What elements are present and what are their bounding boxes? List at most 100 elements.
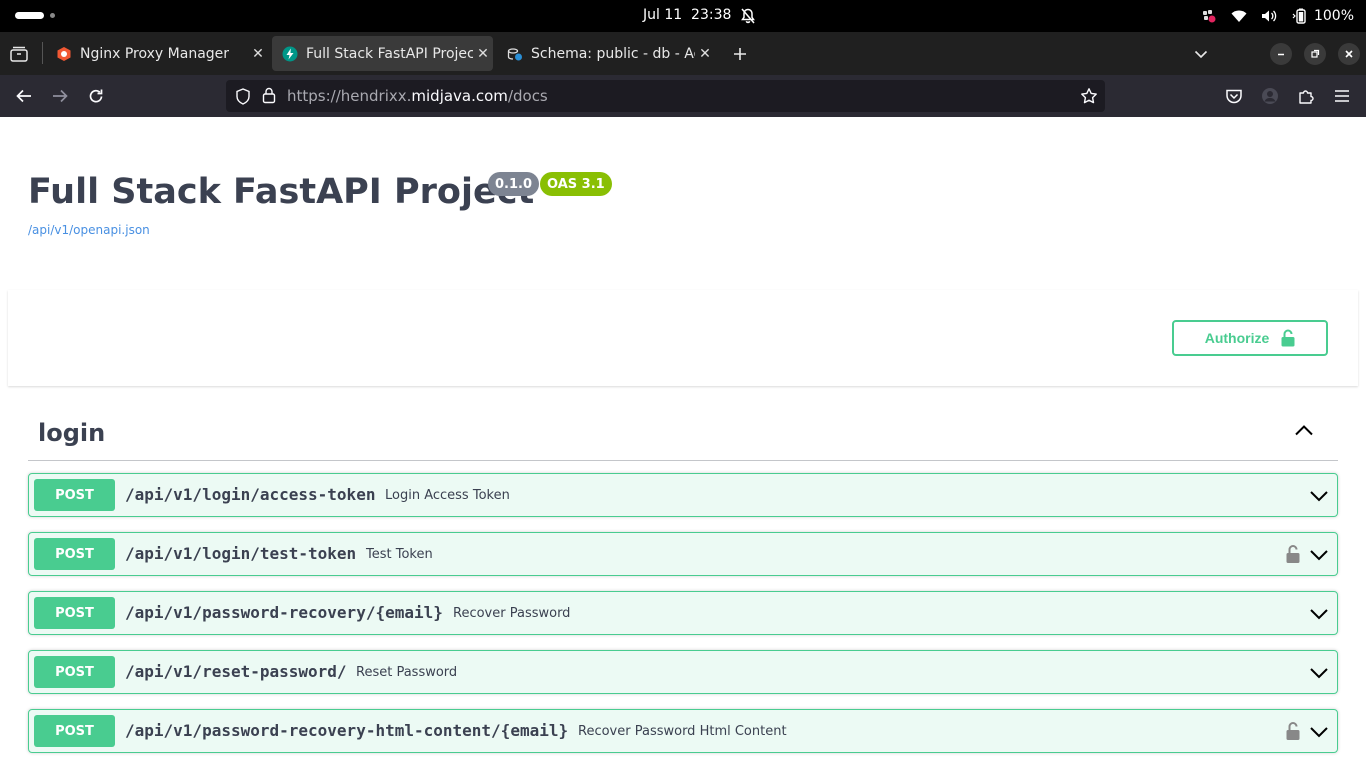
unlocked-padlock-icon[interactable] bbox=[1286, 544, 1300, 564]
account-button[interactable] bbox=[1260, 86, 1280, 106]
http-method-badge: POST bbox=[34, 656, 115, 688]
operation-summary: Login Access Token bbox=[385, 488, 510, 503]
firefox-view-icon[interactable] bbox=[9, 45, 29, 67]
tracking-protection-shield-icon[interactable] bbox=[235, 88, 251, 109]
browser-tab-strip: Nginx Proxy Manager ✕ Full Stack FastAPI… bbox=[0, 32, 1366, 75]
tab-adminer[interactable]: Schema: public - db - Adminer ✕ bbox=[497, 36, 715, 71]
close-icon bbox=[1345, 50, 1353, 58]
unlocked-padlock-icon bbox=[1281, 329, 1295, 347]
url-bar[interactable]: https://hendrixx.midjava.com/docs bbox=[226, 80, 1105, 112]
scheme-container: Authorize bbox=[8, 290, 1358, 386]
operation-path: /api/v1/login/test-token bbox=[125, 544, 357, 563]
reload-icon bbox=[89, 89, 103, 103]
avatar-icon bbox=[1262, 88, 1278, 104]
operation-path: /api/v1/password-recovery/{email} bbox=[125, 603, 443, 622]
notifications-muted-icon[interactable] bbox=[741, 8, 755, 28]
pocket-icon bbox=[1226, 89, 1242, 104]
operation-login-access-token[interactable]: POST /api/v1/login/access-token Login Ac… bbox=[28, 473, 1338, 517]
tag-name: login bbox=[38, 419, 106, 447]
chevron-down-icon bbox=[1194, 50, 1208, 59]
url-prefix: https://hendrixx. bbox=[287, 87, 412, 105]
bookmark-star-icon[interactable] bbox=[1080, 87, 1098, 109]
chevron-down-icon[interactable] bbox=[1309, 545, 1329, 565]
wifi-icon[interactable] bbox=[1231, 9, 1247, 23]
chevron-down-icon[interactable] bbox=[1309, 663, 1329, 683]
http-method-badge: POST bbox=[34, 597, 115, 629]
puzzle-icon bbox=[1299, 90, 1314, 104]
close-window-button[interactable] bbox=[1338, 43, 1360, 65]
minimize-icon bbox=[1278, 53, 1284, 56]
minimize-window-button[interactable] bbox=[1270, 43, 1292, 65]
chevron-down-icon[interactable] bbox=[1309, 722, 1329, 742]
site-security-lock-icon[interactable] bbox=[262, 87, 276, 108]
app-indicator-icon[interactable] bbox=[1201, 8, 1217, 24]
operation-path: /api/v1/password-recovery-html-content/{… bbox=[125, 721, 569, 740]
swagger-ui-page: Full Stack FastAPI Project 0.1.0 OAS 3.1… bbox=[0, 117, 1366, 768]
tab-title: Nginx Proxy Manager bbox=[80, 45, 230, 62]
chevron-up-icon[interactable] bbox=[1294, 424, 1314, 436]
operation-password-recovery-html-content[interactable]: POST /api/v1/password-recovery-html-cont… bbox=[28, 709, 1338, 753]
tab-title: Schema: public - db - Adminer bbox=[531, 45, 695, 62]
battery-icon bbox=[1292, 8, 1306, 24]
operation-summary: Recover Password bbox=[453, 606, 571, 621]
operation-login-test-token[interactable]: POST /api/v1/login/test-token Test Token bbox=[28, 532, 1338, 576]
url-path: /docs bbox=[507, 87, 548, 105]
plus-icon bbox=[734, 48, 746, 60]
list-all-tabs-button[interactable] bbox=[1194, 44, 1208, 63]
volume-icon[interactable] bbox=[1261, 9, 1277, 23]
pocket-button[interactable] bbox=[1224, 86, 1244, 106]
arrow-left-icon bbox=[16, 89, 31, 103]
operation-password-recovery[interactable]: POST /api/v1/password-recovery/{email} R… bbox=[28, 591, 1338, 635]
operation-reset-password[interactable]: POST /api/v1/reset-password/ Reset Passw… bbox=[28, 650, 1338, 694]
tab-fastapi-project[interactable]: Full Stack FastAPI Project ✕ bbox=[272, 36, 493, 71]
restore-window-button[interactable] bbox=[1304, 43, 1326, 65]
restore-icon bbox=[1311, 49, 1320, 58]
forward-button[interactable] bbox=[50, 86, 70, 106]
oas-version-badge: OAS 3.1 bbox=[540, 172, 612, 196]
tab-title: Full Stack FastAPI Project bbox=[306, 45, 473, 62]
system-top-bar: Jul 11 23:38 100% bbox=[0, 0, 1366, 32]
http-method-badge: POST bbox=[34, 479, 115, 511]
operation-summary: Reset Password bbox=[356, 665, 458, 680]
tab-close-icon[interactable]: ✕ bbox=[695, 44, 715, 64]
app-menu-button[interactable] bbox=[1332, 86, 1352, 106]
tab-close-icon[interactable]: ✕ bbox=[473, 44, 493, 64]
operation-summary: Recover Password Html Content bbox=[578, 724, 787, 739]
url-host: midjava.com bbox=[411, 87, 508, 105]
chevron-down-icon[interactable] bbox=[1309, 486, 1329, 506]
adminer-favicon-icon bbox=[507, 46, 523, 62]
battery-indicator[interactable]: 100% bbox=[1291, 8, 1354, 24]
authorize-label: Authorize bbox=[1204, 330, 1270, 346]
operation-path: /api/v1/login/access-token bbox=[125, 485, 376, 504]
reload-button[interactable] bbox=[86, 86, 106, 106]
tag-header[interactable]: login bbox=[28, 407, 1338, 461]
http-method-badge: POST bbox=[34, 538, 115, 570]
browser-navigation-toolbar: https://hendrixx.midjava.com/docs bbox=[0, 75, 1366, 117]
openapi-spec-link[interactable]: /api/v1/openapi.json bbox=[28, 223, 150, 237]
new-tab-button[interactable] bbox=[729, 43, 751, 65]
nginx-favicon-icon bbox=[56, 46, 72, 62]
version-badge: 0.1.0 bbox=[488, 172, 540, 196]
workspace-indicator[interactable] bbox=[50, 13, 55, 18]
tag-section-login: login POST /api/v1/login/access-token Lo… bbox=[28, 407, 1338, 753]
back-button[interactable] bbox=[14, 86, 34, 106]
api-title: Full Stack FastAPI Project bbox=[28, 172, 535, 212]
operation-summary: Test Token bbox=[366, 547, 433, 562]
battery-percentage: 100% bbox=[1313, 8, 1354, 24]
chevron-down-icon[interactable] bbox=[1309, 604, 1329, 624]
workspace-indicator-active[interactable] bbox=[15, 12, 44, 19]
system-tray[interactable]: 100% bbox=[1201, 0, 1354, 32]
tab-nginx-proxy-manager[interactable]: Nginx Proxy Manager ✕ bbox=[46, 36, 268, 71]
tab-separator bbox=[42, 42, 43, 64]
operation-path: /api/v1/reset-password/ bbox=[125, 662, 347, 681]
fastapi-favicon-icon bbox=[282, 46, 298, 62]
hamburger-menu-icon bbox=[1335, 90, 1349, 102]
clock[interactable]: Jul 11 23:38 bbox=[643, 7, 731, 23]
http-method-badge: POST bbox=[34, 715, 115, 747]
tab-close-icon[interactable]: ✕ bbox=[248, 44, 268, 64]
authorize-button[interactable]: Authorize bbox=[1172, 320, 1328, 356]
unlocked-padlock-icon[interactable] bbox=[1286, 721, 1300, 741]
arrow-right-icon bbox=[53, 89, 68, 103]
extensions-button[interactable] bbox=[1296, 86, 1316, 106]
url-text[interactable]: https://hendrixx.midjava.com/docs bbox=[287, 87, 548, 105]
